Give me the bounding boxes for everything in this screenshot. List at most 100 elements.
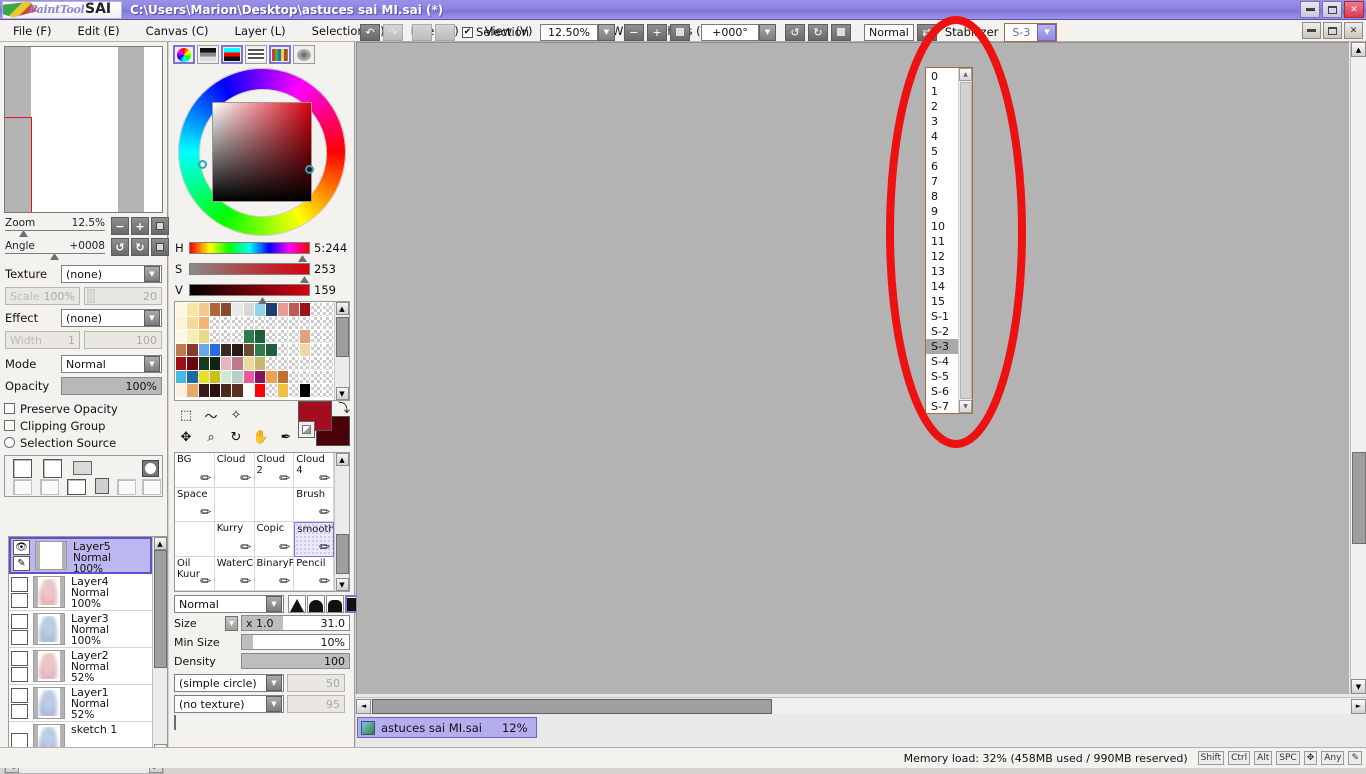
color-swatch[interactable] bbox=[176, 330, 187, 343]
canvas-vertical-scrollbar[interactable]: ▲ ▼ bbox=[1350, 42, 1366, 694]
brush-cell[interactable]: Cloud ✎ bbox=[214, 453, 255, 488]
value-slider[interactable] bbox=[189, 284, 310, 304]
layer-lock-toggle[interactable]: ✎ bbox=[13, 556, 30, 571]
rotate-value[interactable]: +000° bbox=[701, 23, 759, 41]
color-swatch[interactable] bbox=[232, 343, 243, 356]
color-swatch[interactable] bbox=[300, 357, 311, 370]
transparent-color-button[interactable] bbox=[298, 421, 315, 438]
canvas-scroll-right-button[interactable]: ► bbox=[1351, 698, 1366, 714]
swatch-scrollbar[interactable]: ▲ ▼ bbox=[334, 302, 349, 400]
layer-visibility-toggle[interactable] bbox=[11, 613, 28, 629]
stabilizer-dropdown-list[interactable]: 0 1 2 3 4 5 6 7 8 9 10 11 12 13 14 15 S-1 S-2 S-3 S-4 S-5 S-6… bbox=[925, 67, 973, 414]
delete-layer-button[interactable] bbox=[95, 478, 109, 494]
layer-visibility-toggle[interactable] bbox=[11, 687, 28, 703]
layer-visibility-toggle[interactable] bbox=[11, 650, 28, 666]
tool-empty-1[interactable] bbox=[249, 404, 273, 426]
layer-scroll-up-button[interactable]: ▲ bbox=[153, 537, 167, 550]
brush-cell[interactable] bbox=[214, 487, 255, 522]
brush-blend-mode-chevron-down-icon[interactable]: ▼ bbox=[266, 596, 282, 612]
saturation-value-square[interactable] bbox=[211, 102, 314, 202]
color-swatch[interactable] bbox=[322, 330, 333, 343]
clipping-group-checkbox[interactable] bbox=[4, 420, 15, 431]
magic-wand-icon[interactable]: ✧ bbox=[224, 404, 248, 426]
menu-layer[interactable]: Layer (L) bbox=[222, 24, 299, 38]
undo-button[interactable]: ↶ bbox=[360, 23, 380, 41]
color-swatch[interactable] bbox=[277, 330, 288, 343]
stabilizer-option[interactable]: S-5 bbox=[926, 369, 958, 384]
stabilizer-option[interactable]: 0 bbox=[926, 69, 958, 84]
rotate-combo[interactable]: +000° ▼ bbox=[701, 23, 776, 41]
stabilizer-option[interactable]: 8 bbox=[926, 189, 958, 204]
color-swatch[interactable] bbox=[221, 343, 232, 356]
stabilizer-option[interactable]: S-7 bbox=[926, 399, 958, 414]
color-swatch[interactable] bbox=[254, 343, 266, 356]
layer-row[interactable]: 👁 ✎ Layer5 Normal 100% bbox=[9, 537, 152, 575]
color-swatch[interactable] bbox=[322, 384, 333, 397]
rect-select-icon[interactable]: ⬚ bbox=[174, 404, 198, 426]
layer-visibility-toggle[interactable]: 👁 bbox=[13, 540, 30, 555]
color-swatch[interactable] bbox=[322, 316, 333, 329]
stabilizer-option[interactable]: S-6 bbox=[926, 384, 958, 399]
color-swatch[interactable] bbox=[221, 316, 232, 329]
stabilizer-chevron-down-icon[interactable]: ▼ bbox=[1037, 23, 1057, 41]
layer-lock-toggle[interactable] bbox=[11, 629, 28, 645]
color-swatch[interactable] bbox=[176, 316, 187, 329]
brush-scroll-thumb[interactable] bbox=[335, 534, 349, 574]
angle-slider-handle[interactable] bbox=[50, 253, 59, 260]
color-swatches[interactable]: ▲ ▼ bbox=[174, 301, 350, 401]
move-icon[interactable]: ✥ bbox=[174, 426, 198, 448]
color-swatch[interactable] bbox=[187, 316, 198, 329]
stabilizer-option[interactable]: S-2 bbox=[926, 324, 958, 339]
color-swatch[interactable] bbox=[232, 370, 243, 383]
rotate-reset-button[interactable] bbox=[831, 23, 851, 41]
stabilizer-option[interactable]: 15 bbox=[926, 294, 958, 309]
brush-density-slider[interactable]: 100 bbox=[241, 653, 350, 669]
stabilizer-combo[interactable]: S-3 ▼ bbox=[1004, 22, 1058, 42]
color-swatch[interactable] bbox=[322, 370, 333, 383]
brush-cell[interactable]: Cloud 2 ✎ bbox=[254, 453, 295, 488]
stabilizer-value[interactable]: S-3 bbox=[1005, 26, 1037, 39]
new-layer-button[interactable] bbox=[13, 459, 32, 478]
color-swatch[interactable] bbox=[209, 384, 221, 397]
color-swatch[interactable] bbox=[243, 357, 254, 370]
texture-combo[interactable]: (none) ▼ bbox=[61, 265, 162, 283]
color-swatch[interactable] bbox=[254, 384, 266, 397]
color-swatch[interactable] bbox=[266, 330, 277, 343]
brush-scroll-down-button[interactable]: ▼ bbox=[335, 578, 349, 591]
rgb-slider-icon[interactable] bbox=[221, 45, 243, 64]
layer-mode-chevron-down-icon[interactable]: ▼ bbox=[144, 356, 160, 372]
brush-scrollbar[interactable]: ▲ ▼ bbox=[334, 453, 349, 591]
stabilizer-option[interactable]: S-4 bbox=[926, 354, 958, 369]
color-swatch[interactable] bbox=[311, 316, 322, 329]
color-swatch[interactable] bbox=[277, 370, 288, 383]
color-swatch[interactable] bbox=[288, 370, 300, 383]
color-swatch[interactable] bbox=[266, 384, 277, 397]
color-swatch[interactable] bbox=[322, 303, 333, 316]
stabilizer-option[interactable]: 4 bbox=[926, 129, 958, 144]
color-swatch[interactable] bbox=[322, 343, 333, 356]
color-swatch[interactable] bbox=[198, 303, 209, 316]
effect-chevron-down-icon[interactable]: ▼ bbox=[144, 310, 160, 326]
brush-cell[interactable]: BG ✎ bbox=[175, 453, 215, 488]
color-swatch[interactable] bbox=[277, 303, 288, 316]
document-tab[interactable]: astuces sai MI.sai 12% bbox=[357, 717, 537, 738]
maximize-button[interactable] bbox=[1322, 1, 1342, 18]
color-swatch[interactable] bbox=[254, 303, 266, 316]
color-swatch[interactable] bbox=[176, 384, 187, 397]
minimize-button[interactable] bbox=[1300, 1, 1320, 18]
stabilizer-option[interactable]: 5 bbox=[926, 144, 958, 159]
color-swatch[interactable] bbox=[198, 384, 209, 397]
zoom-dropdown-chevron-down-icon[interactable]: ▼ bbox=[598, 23, 615, 41]
canvas-scroll-left-button[interactable]: ◄ bbox=[356, 698, 371, 714]
zoom-reset-button[interactable] bbox=[670, 23, 690, 41]
brush-list[interactable]: BG ✎ Cloud ✎ Cloud 2 ✎ Cloud 4 ✎ Space ✎ Brush ✎ Kur… bbox=[174, 452, 350, 592]
stabilizer-option[interactable]: 10 bbox=[926, 219, 958, 234]
color-swatch[interactable] bbox=[311, 343, 322, 356]
gradient-bar-icon[interactable] bbox=[197, 45, 219, 64]
brush-cell[interactable]: BinaryP‹ ✎ bbox=[254, 556, 295, 591]
brush-shape-triangle-icon[interactable] bbox=[288, 595, 306, 613]
color-swatch[interactable] bbox=[198, 370, 209, 383]
menu-file[interactable]: File (F) bbox=[0, 24, 65, 38]
layer-visibility-toggle[interactable] bbox=[11, 576, 28, 592]
brush-scroll-up-button[interactable]: ▲ bbox=[335, 453, 349, 466]
